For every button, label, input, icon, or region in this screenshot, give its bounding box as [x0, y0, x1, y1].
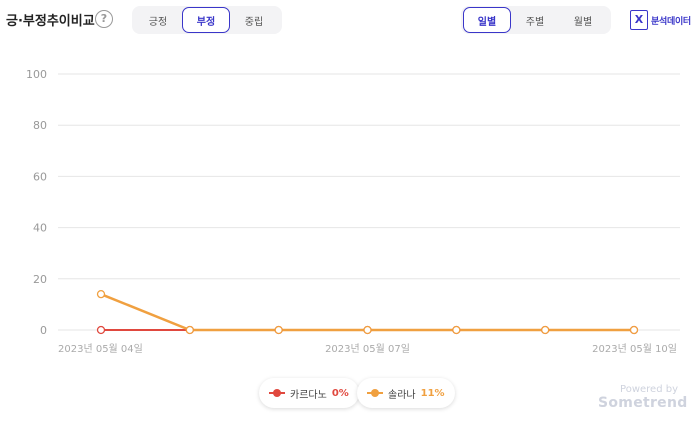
export-data-button[interactable]: X 분석데이터	[630, 9, 691, 31]
excel-icon: X	[630, 10, 648, 30]
legend-percent: 0%	[331, 387, 349, 399]
y-tick-label: 60	[33, 170, 47, 183]
tab-daily[interactable]: 일별	[463, 7, 511, 33]
y-tick-label: 100	[26, 68, 47, 81]
y-tick-label: 40	[33, 222, 47, 235]
legend-marker-icon	[367, 389, 383, 397]
y-tick-label: 0	[40, 324, 47, 337]
y-tick-label: 80	[33, 119, 47, 132]
series-line-2	[100, 293, 634, 332]
tab-monthly[interactable]: 월별	[559, 7, 607, 33]
page-title: 긍·부정추이비교	[6, 14, 95, 29]
legend-item-series-1[interactable]: 카르다노 0%	[259, 378, 359, 408]
tab-negative[interactable]: 부정	[182, 7, 230, 33]
export-label: 분석데이터	[651, 16, 691, 27]
data-point-series-2	[452, 325, 461, 335]
tab-neutral[interactable]: 중립	[230, 7, 278, 33]
chart-header: 긍·부정추이비교 ? 긍정 부정 중립 일별 주별 월별 X 분석데이터	[0, 0, 700, 40]
tab-weekly[interactable]: 주별	[511, 7, 559, 33]
powered-by-logo: Powered by Sometrend	[598, 384, 688, 411]
brand-logo: Sometrend	[598, 395, 688, 411]
data-point-series-2	[363, 325, 372, 335]
y-tick-label: 20	[33, 273, 47, 286]
legend-item-series-2[interactable]: 솔라나 11%	[357, 378, 455, 408]
x-tick-label: 2023년 05월 07일	[325, 343, 410, 355]
data-point-series-2	[629, 325, 639, 335]
data-point-series-2	[185, 325, 194, 335]
data-point-series-2	[96, 290, 106, 299]
data-point-series-2	[541, 325, 550, 335]
powered-by-text: Powered by	[620, 384, 678, 395]
data-point-series-1	[96, 325, 106, 335]
legend-marker-icon	[269, 389, 285, 397]
tab-positive[interactable]: 긍정	[134, 7, 182, 33]
x-tick-label: 2023년 05월 04일	[58, 343, 143, 355]
legend-label: 솔라나	[388, 389, 416, 401]
x-tick-label: 2023년 05월 10일	[592, 343, 677, 355]
legend-label: 카르다노	[290, 389, 327, 401]
sentiment-tab-group: 긍정 부정 중립	[132, 6, 282, 34]
line-chart: 0 20 40 60 80 100 2023년 05월 04일 2023년 05월 07일 20…	[26, 68, 680, 355]
period-tab-group: 일별 주별 월별	[461, 6, 611, 34]
help-icon[interactable]: ?	[95, 10, 113, 28]
legend-percent: 11%	[420, 387, 445, 399]
data-point-series-2	[274, 325, 283, 335]
